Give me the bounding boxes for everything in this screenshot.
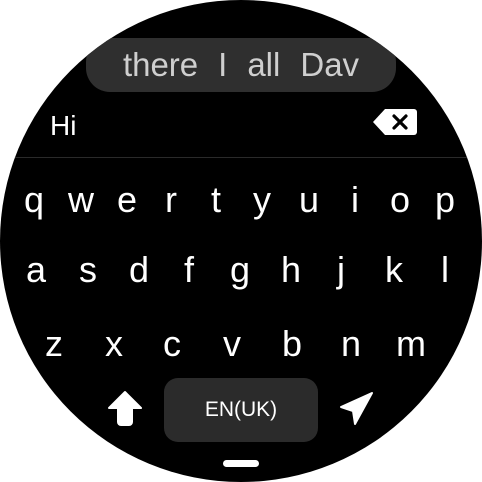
shift-arrow-up-icon[interactable] — [104, 386, 146, 430]
keyboard-row-1: q w e r t y u i o p — [0, 170, 482, 230]
key-f[interactable]: f — [169, 240, 209, 300]
keyboard-row-2: a s d f g h j k l — [0, 240, 482, 300]
key-b[interactable]: b — [272, 314, 312, 374]
key-w[interactable]: w — [61, 170, 101, 230]
key-k[interactable]: k — [374, 240, 414, 300]
key-c[interactable]: c — [152, 314, 192, 374]
keyboard-row-3: z x c v b n m — [0, 314, 482, 374]
key-m[interactable]: m — [391, 314, 431, 374]
key-j[interactable]: j — [321, 240, 361, 300]
key-o[interactable]: o — [380, 170, 420, 230]
key-t[interactable]: t — [196, 170, 236, 230]
key-d[interactable]: d — [119, 240, 159, 300]
key-x[interactable]: x — [94, 314, 134, 374]
suggestion-bar: there I all Dav — [86, 38, 396, 92]
text-input-row: Hi — [0, 100, 482, 158]
keyboard-screen: there I all Dav Hi q w e r t y u i o p a… — [0, 0, 482, 482]
suggestion-item[interactable]: there — [123, 46, 198, 84]
suggestion-item[interactable]: all — [247, 46, 280, 84]
suggestion-item[interactable]: Dav — [300, 46, 359, 84]
key-r[interactable]: r — [151, 170, 191, 230]
key-z[interactable]: z — [34, 314, 74, 374]
key-y[interactable]: y — [242, 170, 282, 230]
key-q[interactable]: q — [14, 170, 54, 230]
key-l[interactable]: l — [425, 240, 465, 300]
key-v[interactable]: v — [212, 314, 252, 374]
key-s[interactable]: s — [68, 240, 108, 300]
key-p[interactable]: p — [425, 170, 465, 230]
text-input-field[interactable]: Hi — [50, 110, 76, 142]
key-a[interactable]: a — [16, 240, 56, 300]
space-key-label: EN(UK) — [204, 398, 278, 421]
send-arrow-icon[interactable] — [336, 386, 378, 430]
backspace-icon[interactable] — [372, 108, 418, 136]
space-key[interactable]: EN(UK) — [164, 378, 318, 442]
key-h[interactable]: h — [271, 240, 311, 300]
suggestion-item[interactable]: I — [218, 46, 227, 84]
key-u[interactable]: u — [289, 170, 329, 230]
key-i[interactable]: i — [335, 170, 375, 230]
key-n[interactable]: n — [331, 314, 371, 374]
drag-handle[interactable] — [223, 460, 259, 467]
key-g[interactable]: g — [220, 240, 260, 300]
key-e[interactable]: e — [107, 170, 147, 230]
